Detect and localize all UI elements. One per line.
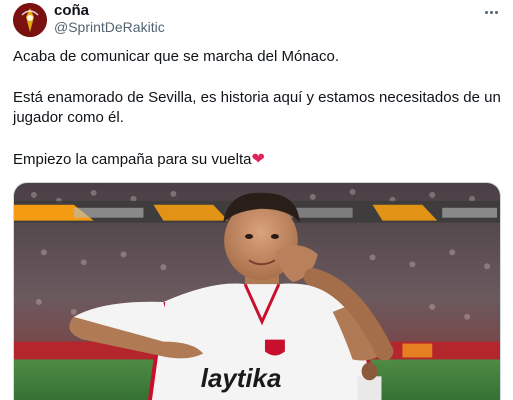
tweet-text: Acaba de comunicar que se marcha del Món…: [13, 47, 508, 170]
heart-emoji-icon: ❤: [251, 149, 265, 168]
tweet-line-1: Acaba de comunicar que se marcha del Món…: [13, 48, 340, 65]
more-dot: [489, 10, 493, 14]
avatar[interactable]: [13, 3, 47, 37]
avatar-image: [13, 3, 47, 37]
more-horizontal-icon: [484, 10, 488, 14]
shirt-sponsor: laytika: [201, 365, 282, 393]
author-display-name[interactable]: coña: [54, 2, 89, 20]
photo-football-player: laytika: [14, 183, 500, 400]
tweet-photo[interactable]: laytika: [13, 182, 501, 400]
tweet-line-3-text: Empiezo la campaña para su vuelta: [13, 151, 252, 168]
tweet-line-3: Empiezo la campaña para su vuelta❤: [13, 149, 508, 170]
author-handle[interactable]: @SprintDeRakitic: [54, 19, 165, 36]
more-options-button[interactable]: [479, 2, 503, 22]
tweet-line-2: Está enamorado de Sevilla, es historia a…: [13, 89, 501, 126]
more-dot: [494, 10, 498, 14]
